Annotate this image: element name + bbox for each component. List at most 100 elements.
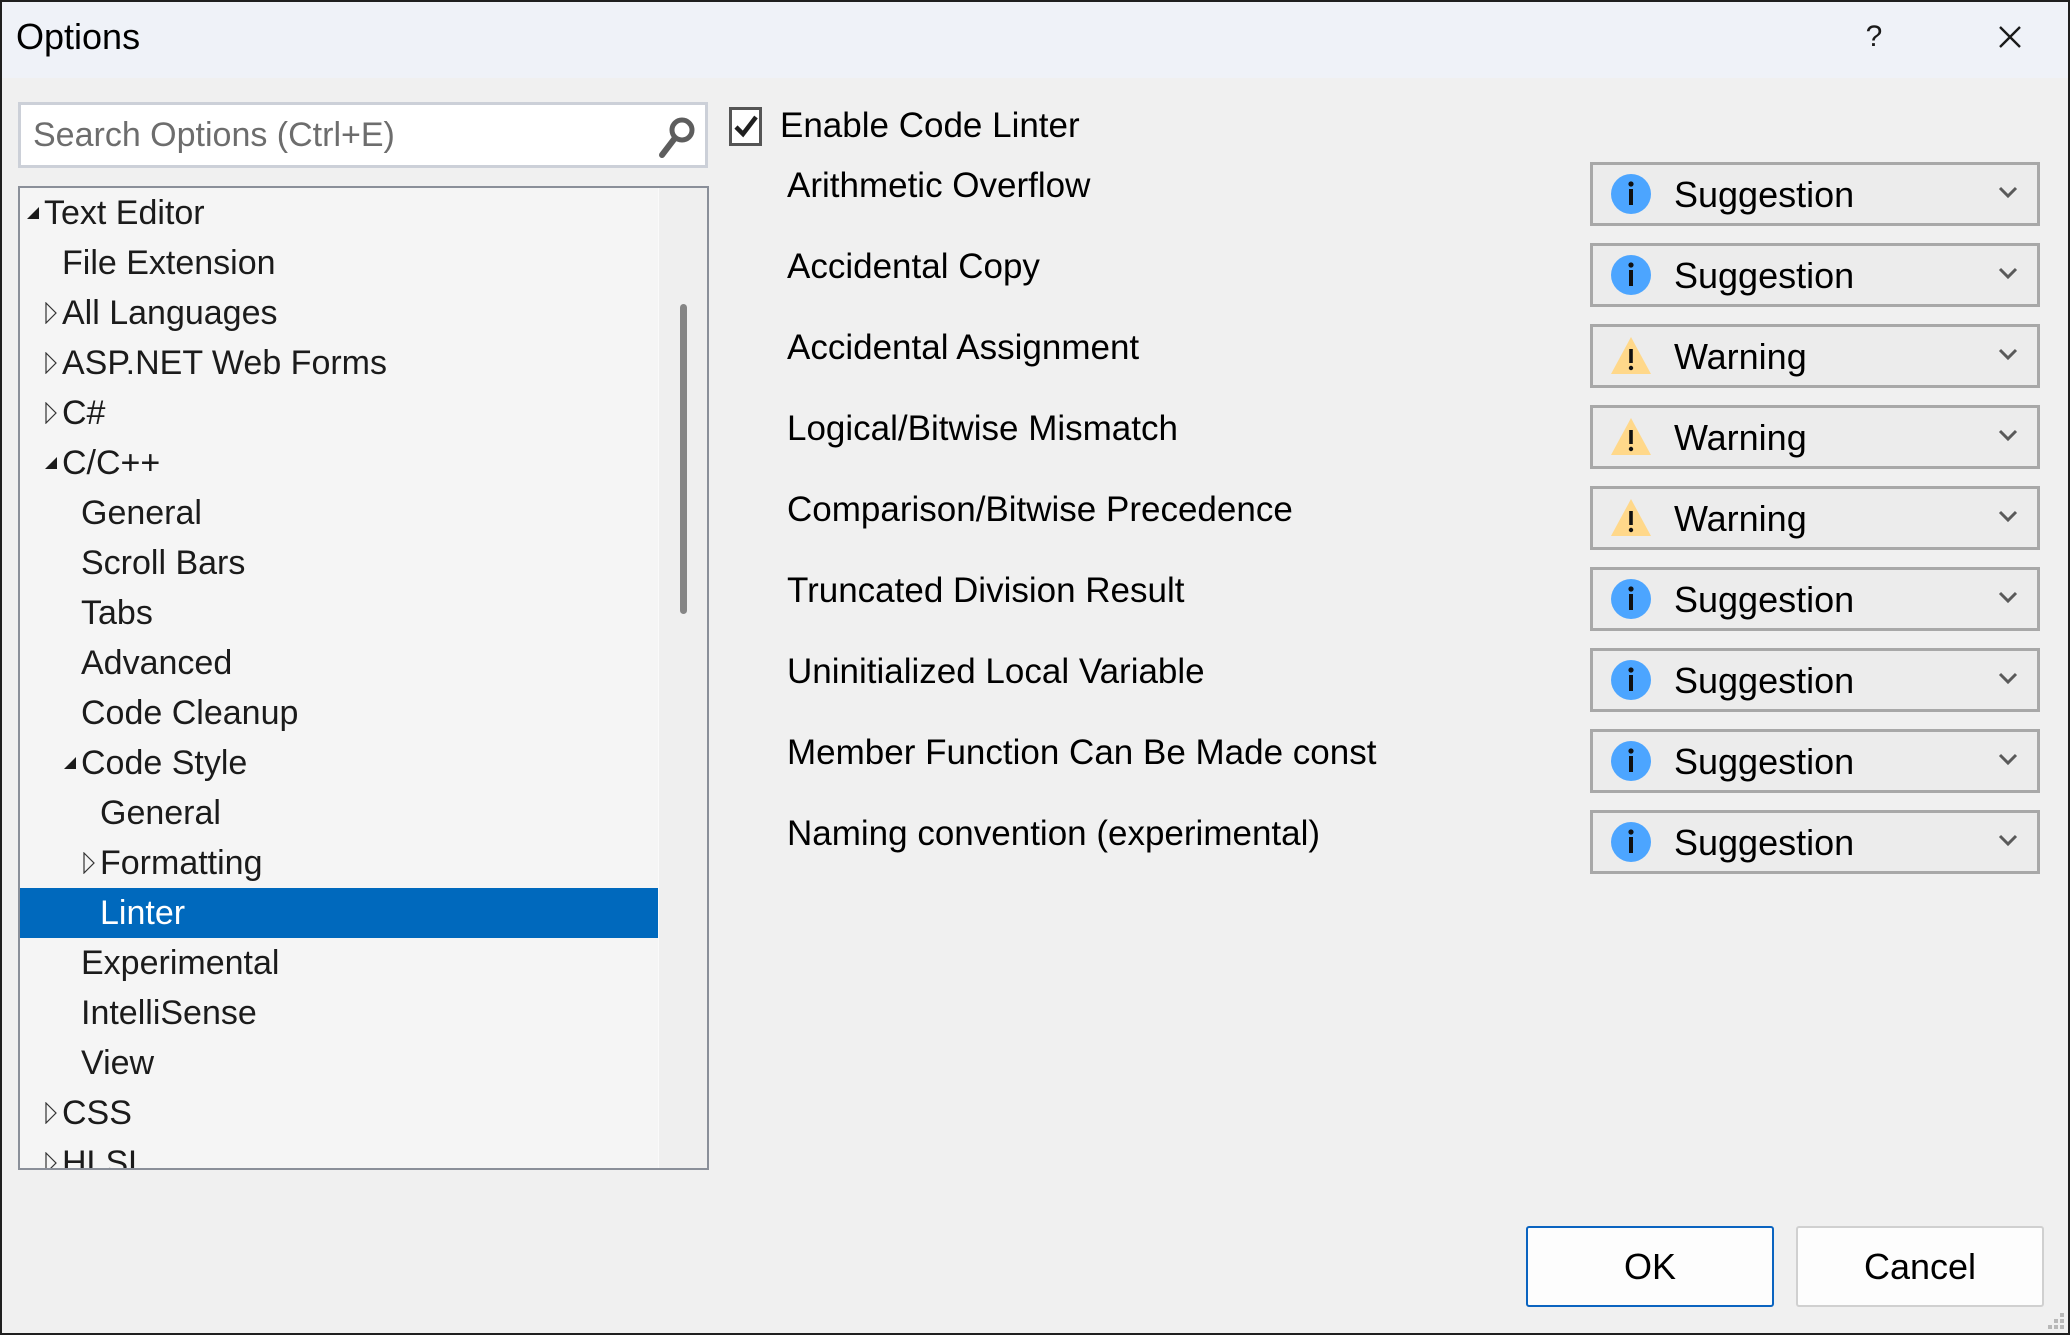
tree-item[interactable]: Code Style (20, 738, 658, 788)
tree-item[interactable]: General (20, 488, 658, 538)
expanded-arrow-icon[interactable] (24, 188, 42, 238)
info-icon (1610, 254, 1652, 296)
enable-linter-option[interactable]: Enable Code Linter (729, 104, 1080, 148)
collapsed-arrow-icon[interactable] (42, 1138, 60, 1168)
tree-item[interactable]: Tabs (20, 588, 658, 638)
tree-item[interactable]: C# (20, 388, 658, 438)
close-button[interactable] (1980, 12, 2040, 62)
search-input[interactable] (21, 115, 641, 155)
info-icon (1610, 578, 1652, 620)
info-icon (1610, 659, 1652, 701)
rule-label: Accidental Copy (787, 247, 1040, 286)
severity-value: Warning (1674, 498, 1807, 539)
chevron-down-icon (1997, 829, 2019, 851)
tree-item[interactable]: Experimental (20, 938, 658, 988)
title-bar: Options ? (2, 2, 2068, 78)
ok-button[interactable]: OK (1526, 1226, 1774, 1307)
severity-dropdown[interactable]: Suggestion (1590, 648, 2040, 712)
tree-list: Text Editor File Extension All Languages AS… (20, 188, 658, 1168)
severity-dropdown[interactable]: Warning (1590, 405, 2040, 469)
warning-icon (1610, 497, 1652, 539)
cancel-button[interactable]: Cancel (1796, 1226, 2044, 1307)
severity-dropdown[interactable]: Suggestion (1590, 162, 2040, 226)
chevron-down-icon (1997, 343, 2019, 365)
enable-linter-checkbox[interactable] (729, 106, 762, 146)
severity-dropdown[interactable]: Suggestion (1590, 810, 2040, 874)
tree-item-label: All Languages (62, 294, 278, 332)
tree-item[interactable]: All Languages (20, 288, 658, 338)
tree-item-label: General (81, 494, 202, 532)
severity-dropdown[interactable]: Suggestion (1590, 729, 2040, 793)
tree-item[interactable]: Scroll Bars (20, 538, 658, 588)
chevron-down-icon (1997, 667, 2019, 689)
tree-item[interactable]: Text Editor (20, 188, 658, 238)
chevron-down-icon (1997, 586, 2019, 608)
checkmark-icon (733, 115, 758, 138)
severity-value: Suggestion (1674, 174, 1855, 215)
rule-label: Naming convention (experimental) (787, 814, 1321, 853)
tree-item[interactable]: Code Cleanup (20, 688, 658, 738)
rule-label: Member Function Can Be Made const (787, 733, 1377, 772)
chevron-down-icon (1997, 262, 2019, 284)
collapsed-arrow-icon[interactable] (80, 838, 98, 888)
tree-item[interactable]: General (20, 788, 658, 838)
info-icon (1610, 173, 1652, 215)
chevron-down-icon (1997, 181, 2019, 203)
tree-item[interactable]: HLSL (20, 1138, 658, 1168)
tree-item-label: CSS (62, 1094, 132, 1132)
severity-value: Suggestion (1674, 660, 1855, 701)
warning-icon (1610, 335, 1652, 377)
resize-grip-icon[interactable] (2042, 1307, 2066, 1331)
tree-item-label: Advanced (81, 644, 233, 682)
tree-item-label: Tabs (81, 594, 153, 632)
tree-item[interactable]: IntelliSense (20, 988, 658, 1038)
tree-item[interactable]: File Extension (20, 238, 658, 288)
tree-item-label: ASP.NET Web Forms (62, 344, 387, 382)
expanded-arrow-icon[interactable] (42, 438, 60, 488)
tree-item-label: Experimental (81, 944, 280, 982)
tree-scrollbar[interactable] (658, 188, 707, 1168)
tree-item-label: C/C++ (62, 444, 161, 482)
tree-item-label: File Extension (62, 244, 276, 282)
tree-item-label: IntelliSense (81, 994, 257, 1032)
warning-icon (1610, 416, 1652, 458)
rule-label: Truncated Division Result (787, 571, 1185, 610)
tree-item-label: Code Cleanup (81, 694, 299, 732)
severity-dropdown[interactable]: Warning (1590, 486, 2040, 550)
scrollbar-thumb[interactable] (680, 304, 687, 614)
info-icon (1610, 821, 1652, 863)
options-dialog: Options ? Text Editor File Extension All L… (0, 0, 2070, 1335)
chevron-down-icon (1997, 424, 2019, 446)
rule-label: Arithmetic Overflow (787, 166, 1091, 205)
tree-item-label: Formatting (100, 844, 263, 882)
tree-item-label: C# (62, 394, 106, 432)
severity-dropdown[interactable]: Suggestion (1590, 243, 2040, 307)
chevron-down-icon (1997, 748, 2019, 770)
tree-item-label: General (100, 794, 221, 832)
expanded-arrow-icon[interactable] (61, 738, 79, 788)
tree-item[interactable]: C/C++ (20, 438, 658, 488)
enable-linter-label: Enable Code Linter (780, 106, 1080, 145)
tree-item[interactable]: CSS (20, 1088, 658, 1138)
help-button[interactable]: ? (1844, 12, 1904, 62)
tree-item[interactable]: ASP.NET Web Forms (20, 338, 658, 388)
info-icon (1610, 740, 1652, 782)
tree-item-label: Text Editor (44, 194, 205, 232)
severity-dropdown[interactable]: Warning (1590, 324, 2040, 388)
tree-item[interactable]: Linter (20, 888, 658, 938)
collapsed-arrow-icon[interactable] (42, 1088, 60, 1138)
collapsed-arrow-icon[interactable] (42, 288, 60, 338)
collapsed-arrow-icon[interactable] (42, 338, 60, 388)
tree-item[interactable]: Advanced (20, 638, 658, 688)
rule-label: Accidental Assignment (787, 328, 1140, 367)
options-tree: Text Editor File Extension All Languages AS… (18, 186, 709, 1170)
tree-item-label: Linter (100, 894, 186, 932)
tree-item-label: Code Style (81, 744, 248, 782)
close-icon (1999, 26, 2021, 48)
collapsed-arrow-icon[interactable] (42, 388, 60, 438)
tree-item[interactable]: View (20, 1038, 658, 1088)
search-icon[interactable] (655, 113, 699, 161)
severity-dropdown[interactable]: Suggestion (1590, 567, 2040, 631)
tree-item[interactable]: Formatting (20, 838, 658, 888)
severity-value: Suggestion (1674, 255, 1855, 296)
